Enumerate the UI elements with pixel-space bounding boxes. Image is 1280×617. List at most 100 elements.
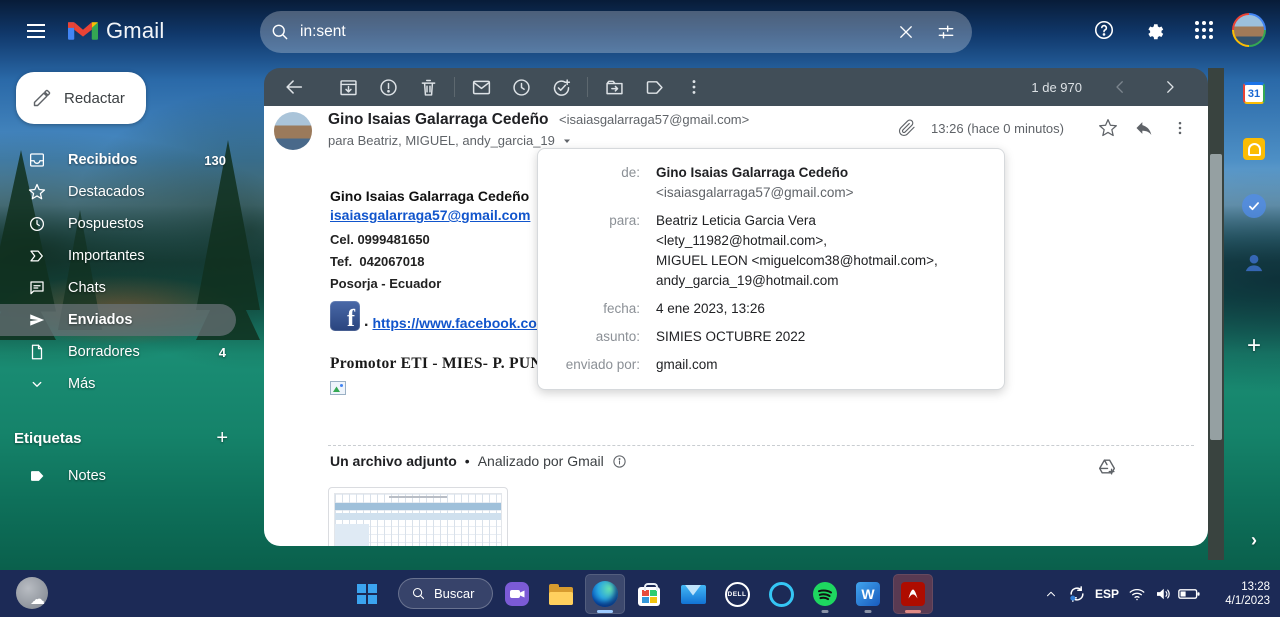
back-arrow-icon[interactable] xyxy=(274,70,314,104)
alexa-icon[interactable] xyxy=(761,574,801,614)
message-header-actions: 13:26 (hace 0 minutos) xyxy=(889,110,1198,146)
sender-avatar[interactable] xyxy=(274,112,312,150)
sidebar-item-recibidos[interactable]: Recibidos 130 xyxy=(0,144,248,176)
sidebar-item-borradores[interactable]: Borradores 4 xyxy=(0,336,248,368)
sidebar-item-chats[interactable]: Chats xyxy=(0,272,248,304)
language-indicator[interactable]: ESP xyxy=(1090,587,1124,601)
acrobat-icon[interactable] xyxy=(893,574,933,614)
compose-button[interactable]: Redactar xyxy=(16,72,146,124)
star-message-icon[interactable] xyxy=(1090,110,1126,146)
older-chevron-icon[interactable] xyxy=(1150,70,1190,104)
details-label: para: xyxy=(538,211,656,291)
taskbar-search[interactable]: Buscar xyxy=(398,578,493,609)
scrollbar-track[interactable] xyxy=(1208,68,1224,560)
report-spam-icon[interactable] xyxy=(368,70,408,104)
settings-gear-icon[interactable] xyxy=(1132,8,1176,52)
help-icon[interactable] xyxy=(1082,8,1126,52)
contacts-icon[interactable] xyxy=(1241,250,1267,276)
scrollbar-thumb[interactable] xyxy=(1210,154,1222,440)
main-menu-icon[interactable] xyxy=(12,7,60,55)
inbox-icon xyxy=(28,151,46,169)
header-actions xyxy=(1082,8,1266,52)
details-row-de: de: Gino Isaias Galarraga Cedeño <isaias… xyxy=(538,163,1004,203)
collapse-side-panel-icon[interactable]: › xyxy=(1251,530,1257,551)
sidebar-item-enviados[interactable]: Enviados xyxy=(0,304,236,336)
clock-datetime[interactable]: 13:28 4/1/2023 xyxy=(1206,580,1270,608)
pagination: 1 de 970 xyxy=(1031,70,1190,104)
sidebar-item-importantes[interactable]: Importantes xyxy=(0,240,248,272)
mail-app-icon[interactable] xyxy=(673,574,713,614)
signature-name: Gino Isaias Galarraga Cedeño xyxy=(330,188,553,204)
message-more-icon[interactable] xyxy=(1162,110,1198,146)
archive-icon[interactable] xyxy=(328,70,368,104)
microsoft-store-icon[interactable] xyxy=(629,574,669,614)
dot-separator: • xyxy=(465,453,470,469)
sync-update-icon[interactable] xyxy=(1064,574,1090,614)
mark-unread-icon[interactable] xyxy=(461,70,501,104)
broken-image-icon xyxy=(330,381,346,395)
side-panel-rail: 31 + › xyxy=(1228,68,1280,560)
tray-date: 4/1/2023 xyxy=(1206,594,1270,608)
more-options-icon[interactable] xyxy=(674,70,714,104)
send-icon xyxy=(28,311,46,329)
start-button[interactable] xyxy=(347,574,387,614)
add-all-to-drive-icon[interactable] xyxy=(1090,450,1124,484)
dell-icon[interactable]: DELL xyxy=(717,574,757,614)
search-input[interactable]: in:sent xyxy=(300,23,886,41)
details-de-email: <isaiasgalarraga57@gmail.com> xyxy=(656,183,854,203)
sidebar-item-destacados[interactable]: Destacados xyxy=(0,176,248,208)
word-icon[interactable]: W xyxy=(848,574,888,614)
label-tag-icon xyxy=(28,467,46,485)
sidebar-item-label: Chats xyxy=(68,280,106,296)
facebook-icon[interactable]: f xyxy=(330,301,360,331)
facebook-link[interactable]: https://www.facebook.com/ xyxy=(372,315,553,331)
details-recipient: MIGUEL LEON <miguelcom38@hotmail.com>, xyxy=(656,251,938,271)
info-icon[interactable] xyxy=(612,454,627,469)
tray-chevron-up-icon[interactable] xyxy=(1038,574,1064,614)
teams-chat-icon[interactable] xyxy=(497,574,537,614)
battery-icon[interactable] xyxy=(1176,574,1202,614)
label-icon[interactable] xyxy=(634,70,674,104)
recipients-line[interactable]: para Beatriz, MIGUEL, andy_garcia_19 xyxy=(328,133,573,148)
sidebar-item-label: Más xyxy=(68,376,95,392)
reply-icon[interactable] xyxy=(1126,110,1162,146)
add-to-tasks-icon[interactable] xyxy=(541,70,581,104)
sidebar-label-notes[interactable]: Notes xyxy=(0,460,248,492)
dot-text: . xyxy=(364,313,368,331)
signature-email-link[interactable]: isaiasgalarraga57@gmail.com xyxy=(330,207,530,223)
show-details-caret-icon[interactable] xyxy=(561,135,573,147)
weather-widget-icon[interactable]: ☁ xyxy=(16,577,48,609)
get-addons-icon[interactable]: + xyxy=(1247,332,1261,360)
spotify-icon[interactable] xyxy=(805,574,845,614)
calendar-icon[interactable]: 31 xyxy=(1243,82,1265,104)
attachment-header: Un archivo adjunto • Analizado por Gmail xyxy=(330,453,627,469)
sidebar-item-label: Enviados xyxy=(68,312,132,328)
account-avatar[interactable] xyxy=(1232,13,1266,47)
important-marker-icon xyxy=(28,247,46,265)
unread-count: 130 xyxy=(204,153,226,168)
pencil-icon xyxy=(32,88,52,108)
delete-trash-icon[interactable] xyxy=(408,70,448,104)
move-to-icon[interactable] xyxy=(594,70,634,104)
edge-browser-icon[interactable] xyxy=(585,574,625,614)
search-icon[interactable] xyxy=(260,12,300,52)
google-apps-grid-icon[interactable] xyxy=(1182,8,1226,52)
keep-icon[interactable] xyxy=(1243,138,1265,160)
search-bar[interactable]: in:sent xyxy=(260,11,972,53)
tasks-icon[interactable] xyxy=(1242,194,1266,218)
search-label: Buscar xyxy=(434,586,474,601)
signature-cel: Cel. 0999481650 xyxy=(330,232,553,247)
gmail-wordmark: Gmail xyxy=(106,18,164,44)
wifi-icon[interactable] xyxy=(1124,574,1150,614)
create-label-icon[interactable]: + xyxy=(216,427,228,450)
volume-icon[interactable] xyxy=(1150,574,1176,614)
draft-count: 4 xyxy=(219,345,226,360)
gmail-m-icon xyxy=(68,19,98,43)
file-explorer-icon[interactable] xyxy=(541,574,581,614)
clear-search-icon[interactable] xyxy=(886,12,926,52)
search-options-icon[interactable] xyxy=(926,12,966,52)
snooze-icon[interactable] xyxy=(501,70,541,104)
sidebar-item-mas[interactable]: Más xyxy=(0,368,248,400)
sidebar-item-pospuestos[interactable]: Pospuestos xyxy=(0,208,248,240)
attachment-thumbnail[interactable] xyxy=(328,487,508,546)
